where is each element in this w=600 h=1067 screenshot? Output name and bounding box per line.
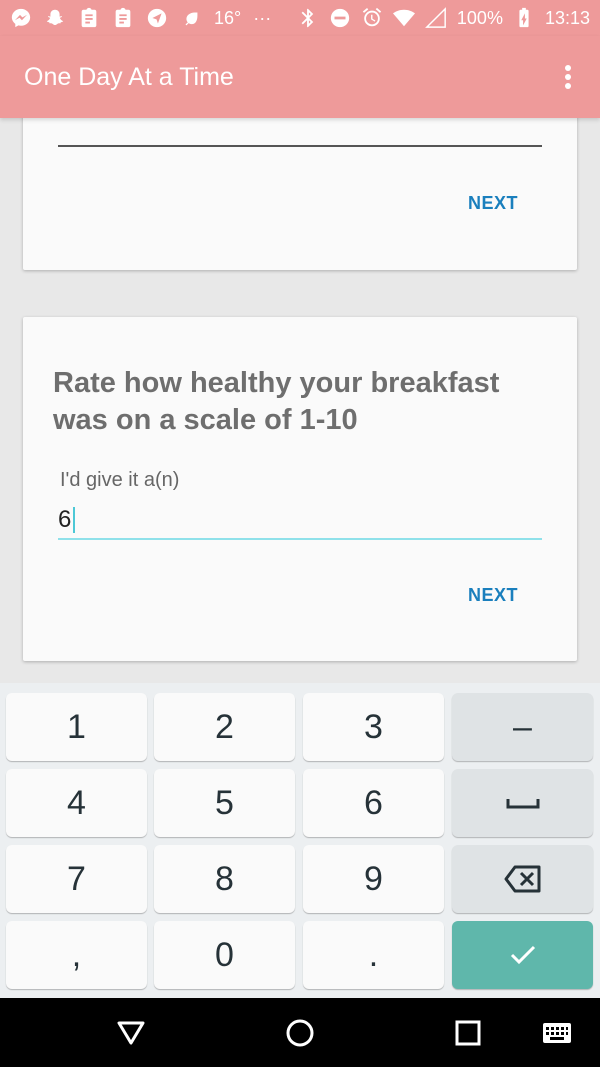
key-1[interactable]: 1	[6, 693, 147, 761]
key-4[interactable]: 4	[6, 769, 147, 837]
key-2[interactable]: 2	[154, 693, 295, 761]
alarm-icon	[361, 7, 383, 29]
previous-answer-field[interactable]	[58, 145, 542, 147]
key-9[interactable]: 9	[303, 845, 444, 913]
key-8[interactable]: 8	[154, 845, 295, 913]
app-title: One Day At a Time	[24, 62, 234, 91]
key-backspace[interactable]	[452, 845, 593, 913]
space-icon	[506, 799, 539, 809]
key-dash[interactable]: –	[452, 693, 593, 761]
key-5[interactable]: 5	[154, 769, 295, 837]
clipboard-icon	[112, 7, 134, 29]
clipboard-icon	[78, 7, 100, 29]
do-not-disturb-icon	[329, 7, 351, 29]
battery-percent: 100%	[456, 7, 503, 28]
rating-input[interactable]: 6	[58, 502, 542, 540]
rating-field-label: I'd give it a(n)	[60, 469, 180, 491]
overflow-menu-icon[interactable]	[544, 53, 592, 101]
recents-square-icon[interactable]	[451, 1016, 485, 1050]
key-7[interactable]: 7	[6, 845, 147, 913]
clock: 13:13	[544, 7, 590, 28]
system-navigation-bar	[0, 998, 600, 1067]
home-circle-icon[interactable]	[283, 1016, 317, 1050]
text-cursor	[73, 507, 76, 533]
key-done[interactable]	[452, 921, 593, 989]
key-space[interactable]	[452, 769, 593, 837]
snapchat-icon	[44, 7, 66, 29]
check-icon	[510, 945, 535, 965]
wifi-icon	[392, 7, 415, 29]
next-button[interactable]: NEXT	[468, 585, 518, 606]
keyboard-icon[interactable]	[540, 1016, 574, 1050]
more-notifications: ···	[253, 7, 272, 28]
key-6[interactable]: 6	[303, 769, 444, 837]
temperature: 16°	[214, 7, 242, 28]
numeric-keyboard: 1 2 3 – 4 5 6 7 8 9 , 0 .	[0, 683, 600, 998]
key-3[interactable]: 3	[303, 693, 444, 761]
previous-question-card: NEXT	[23, 110, 577, 270]
key-comma[interactable]: ,	[6, 921, 147, 989]
next-button[interactable]: NEXT	[468, 193, 518, 214]
bluetooth-icon	[297, 7, 319, 29]
leaf-icon	[180, 7, 202, 29]
status-bar: 16° ··· 100% 13:13	[0, 0, 600, 36]
app-bar: One Day At a Time	[0, 36, 600, 118]
breakfast-rating-card: Rate how healthy your breakfast was on a…	[23, 317, 577, 661]
messenger-icon	[10, 7, 32, 29]
back-triangle-icon[interactable]	[114, 1016, 148, 1050]
question-text: Rate how healthy your breakfast was on a…	[53, 367, 500, 436]
rating-input-value: 6	[58, 506, 72, 533]
key-period[interactable]: .	[303, 921, 444, 989]
backspace-icon	[504, 865, 540, 893]
battery-charging-icon	[513, 7, 535, 29]
signal-icon	[424, 7, 447, 29]
navigation-icon	[146, 7, 168, 29]
key-0[interactable]: 0	[154, 921, 295, 989]
